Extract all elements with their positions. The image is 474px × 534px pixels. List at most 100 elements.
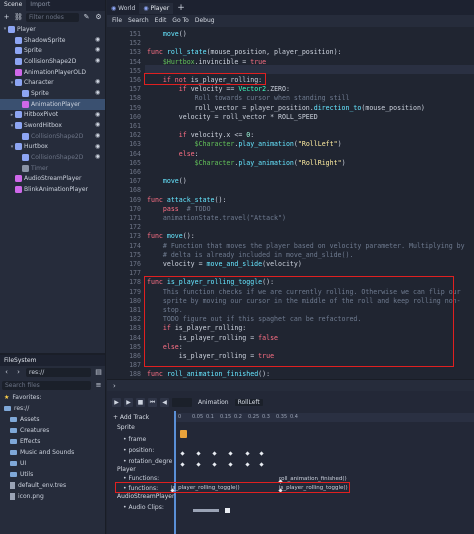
stop-icon[interactable]: ■ (136, 397, 145, 407)
file-item[interactable]: default_env.tres (0, 480, 105, 491)
filter-nodes-input[interactable]: Filter nodes (26, 13, 79, 22)
code-line[interactable]: move() (147, 177, 187, 185)
track-row[interactable]: • frame (107, 436, 170, 443)
track-row[interactable]: • rotation_degre (107, 458, 172, 465)
scene-node[interactable]: ▾ SwordHitbox ◉ (0, 120, 105, 131)
search-files-input[interactable]: Search files (2, 381, 91, 390)
keyframe-marker[interactable] (259, 451, 264, 456)
code-line[interactable]: func attack_state(): (147, 196, 226, 204)
play-backwards-icon[interactable]: ▶ (112, 397, 121, 407)
rewind-icon[interactable]: ⏮ (148, 397, 157, 407)
code-line[interactable]: velocity = roll_vector * ROLL_SPEED (147, 113, 318, 121)
keyframe-marker[interactable] (212, 462, 217, 467)
keyframe-marker[interactable] (245, 451, 250, 456)
track-row[interactable]: • Audio Clips: (107, 504, 170, 511)
code-line[interactable]: $Hurtbox.invincible = true (147, 58, 266, 66)
scene-node[interactable]: Sprite ◉ (0, 45, 105, 56)
link-icon[interactable]: ⛓ (14, 13, 23, 22)
folder-item[interactable]: Music and Sounds (0, 447, 105, 458)
split-view-icon[interactable]: ▤ (94, 368, 103, 377)
visibility-eye-icon[interactable]: ◉ (95, 143, 102, 150)
keyframe-marker[interactable] (212, 451, 217, 456)
code-line[interactable]: func roll_state(mouse_position, player_p… (147, 48, 342, 56)
settings-icon[interactable]: ⚙ (94, 13, 103, 22)
keyframe-marker[interactable] (228, 451, 233, 456)
menu-debug[interactable]: Debug (195, 15, 215, 27)
step-back-icon[interactable]: ◀ (160, 397, 169, 407)
menu-go-to[interactable]: Go To (172, 15, 189, 27)
keyframe-marker[interactable] (245, 462, 250, 467)
track-row[interactable]: • Functions: (107, 475, 170, 482)
scene-node[interactable]: Timer (0, 163, 105, 174)
folder-item[interactable]: Creatures (0, 425, 105, 436)
code-line[interactable]: $Character.play_animation("RollLeft") (147, 140, 342, 148)
scene-node[interactable]: ▸ HitboxPivot ◉ (0, 110, 105, 121)
folder-item[interactable]: Assets (0, 414, 105, 425)
folder-item[interactable]: Effects (0, 436, 105, 447)
path-field[interactable]: res:// (26, 368, 91, 377)
code-line[interactable]: func roll_animation_finished(): (147, 370, 270, 378)
scene-node[interactable]: ▾ Hurtbox ◉ (0, 142, 105, 153)
add-node-icon[interactable]: + (2, 13, 11, 22)
scene-node[interactable]: Sprite ◉ (0, 88, 105, 99)
keyframe-marker[interactable] (180, 462, 185, 467)
code-line[interactable]: if velocity == Vector2.ZERO: (147, 85, 290, 93)
keyframe-marker[interactable] (180, 451, 185, 456)
tab-world[interactable]: ◉ World (107, 3, 139, 14)
add-track-button[interactable]: + Add Track (107, 414, 170, 421)
menu-edit[interactable]: Edit (155, 15, 167, 27)
track-group[interactable]: AudioStreamPlayer (107, 493, 174, 500)
code-line[interactable]: # Function that moves the player based o… (147, 242, 465, 250)
code-line[interactable]: pass # TODO (147, 205, 211, 213)
keyframe-marker[interactable] (228, 462, 233, 467)
visibility-eye-icon[interactable]: ◉ (95, 58, 102, 64)
new-tab-button[interactable]: + (173, 3, 189, 14)
timeline-ruler[interactable]: 0 0.05 0.1 0.15 0.2 0.25 0.3 0.35 0.4 (176, 413, 474, 422)
track-group[interactable]: Sprite (107, 424, 170, 431)
menu-file[interactable]: File (112, 15, 122, 27)
visibility-eye-icon[interactable]: ◉ (95, 132, 102, 139)
scene-node[interactable]: CollisionShape2D ◉ (0, 56, 105, 67)
scene-node[interactable]: CollisionShape2D ◉ (0, 131, 105, 142)
scene-node[interactable]: ShadowSprite ◉ (0, 35, 105, 46)
visibility-eye-icon[interactable]: ◉ (95, 47, 102, 53)
scene-node[interactable]: ▾ Character ◉ (0, 77, 105, 88)
scene-node[interactable]: AnimationPlayer (0, 98, 105, 110)
code-line[interactable]: else: (147, 150, 199, 158)
folder-item[interactable]: UI (0, 458, 105, 469)
folder-item[interactable]: res:// (0, 403, 105, 414)
keyframe-marker[interactable] (196, 462, 201, 467)
scene-node[interactable]: BlinkAnimationPlayer (0, 184, 105, 195)
visibility-eye-icon[interactable]: ◉ (95, 79, 102, 85)
attach-script-icon[interactable]: ✎ (82, 13, 91, 22)
code-line[interactable]: if velocity.x <= 0: (147, 131, 254, 139)
scene-node[interactable]: ▾ Player (0, 24, 105, 35)
filesystem-title[interactable]: FileSystem (0, 355, 105, 366)
code-line[interactable]: # delta is already included in move_and_… (147, 251, 354, 259)
play-icon[interactable]: ▶ (124, 397, 133, 407)
visibility-eye-icon[interactable]: ◉ (95, 111, 102, 118)
visibility-eye-icon[interactable]: ◉ (95, 90, 102, 96)
code-line[interactable]: roll_vector = player_position.direction_… (147, 104, 425, 112)
tab-import[interactable]: Import (26, 0, 54, 11)
keyframe-marker[interactable] (196, 451, 201, 456)
time-field[interactable] (172, 397, 192, 407)
forward-icon[interactable]: › (14, 368, 23, 377)
keyframe-marker[interactable] (259, 462, 264, 467)
visibility-eye-icon[interactable]: ◉ (95, 36, 102, 43)
folder-item[interactable]: Utils (0, 469, 105, 480)
sort-icon[interactable]: ≡ (94, 381, 103, 390)
scene-node[interactable]: CollisionShape2D ◉ (0, 152, 105, 163)
code-line[interactable]: Roll towards cursor when standing still (147, 94, 350, 102)
code-line[interactable]: velocity = move_and_slide(velocity) (147, 260, 302, 268)
file-item[interactable]: icon.png (0, 491, 105, 502)
code-line[interactable]: func move(): (147, 232, 195, 240)
scene-node[interactable]: AudioStreamPlayer (0, 174, 105, 185)
playhead[interactable] (174, 411, 176, 534)
menu-search[interactable]: Search (128, 15, 149, 27)
visibility-eye-icon[interactable]: ◉ (95, 154, 102, 160)
scene-node[interactable]: AnimationPlayerOLD (0, 67, 105, 78)
code-editor[interactable]: 151 move() 152 153 func roll_state(mouse_po… (107, 27, 474, 379)
code-line[interactable]: $Character.play_animation("RollRight") (147, 159, 346, 167)
code-line[interactable]: animationState.travel("Attack") (147, 214, 286, 222)
